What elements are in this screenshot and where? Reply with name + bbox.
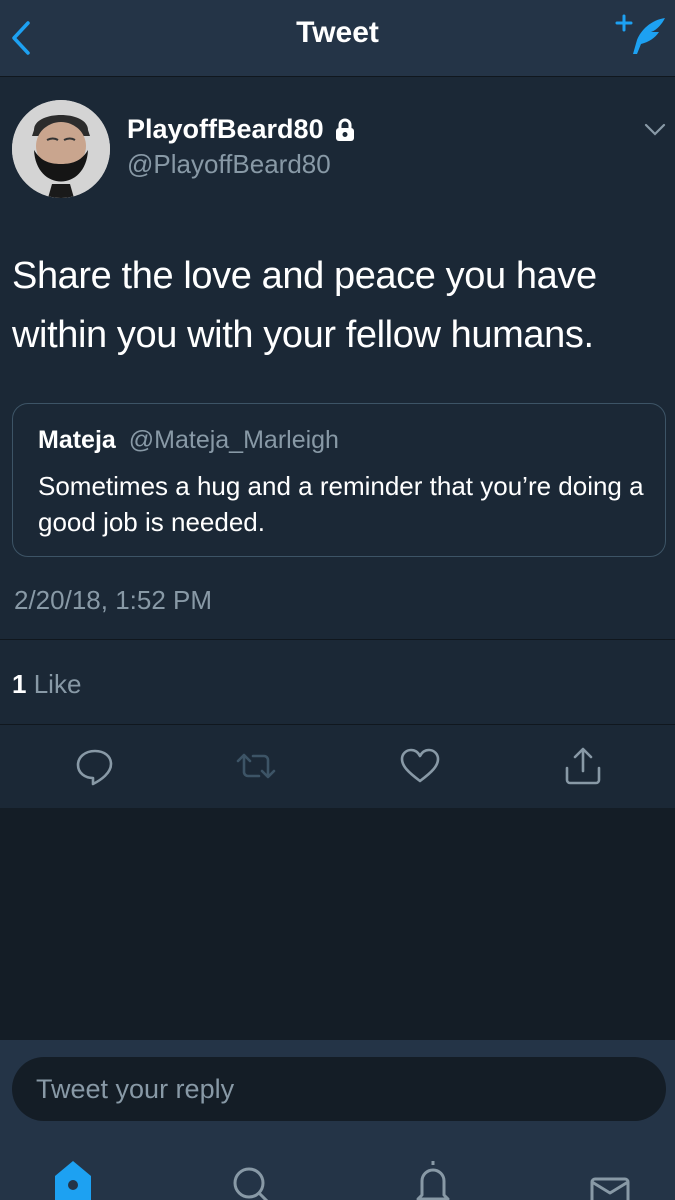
- tweet-timestamp: 2/20/18, 1:52 PM: [14, 585, 213, 615]
- retweet-icon: [236, 753, 276, 779]
- avatar[interactable]: [12, 100, 110, 198]
- like-heart-icon[interactable]: [398, 746, 442, 786]
- author-display-name: PlayoffBeard80: [127, 114, 324, 144]
- likes-label: Like: [33, 669, 82, 699]
- tweet-text: Share the love and peace you have within…: [12, 255, 597, 356]
- likes-count-link[interactable]: 1 Like: [12, 669, 81, 700]
- lock-icon: [335, 118, 354, 141]
- messages-envelope-icon[interactable]: [588, 1157, 632, 1200]
- quoted-tweet-card[interactable]: Mateja @Mateja_Marleigh Sometimes a hug …: [12, 403, 666, 557]
- page-title: Tweet: [296, 16, 379, 49]
- quoted-tweet-text: Sometimes a hug and a reminder that you’…: [38, 471, 644, 537]
- tweet-actions: [0, 725, 675, 807]
- more-options-chevron-down-icon[interactable]: [643, 122, 667, 138]
- author-name[interactable]: PlayoffBeard80: [127, 114, 356, 145]
- likes-count: 1: [12, 669, 27, 699]
- reply-icon[interactable]: [73, 746, 117, 786]
- quoted-author-name: Mateja: [38, 426, 116, 454]
- share-icon[interactable]: [561, 746, 605, 786]
- quoted-tweet-header: Mateja @Mateja_Marleigh: [38, 426, 339, 455]
- top-nav-bar: Tweet: [0, 0, 675, 77]
- notifications-bell-icon[interactable]: [411, 1157, 455, 1200]
- quoted-author-handle: @Mateja_Marleigh: [128, 426, 339, 454]
- empty-replies-area: [0, 808, 675, 1040]
- home-icon[interactable]: [51, 1157, 95, 1200]
- divider: [0, 639, 675, 640]
- author-handle[interactable]: @PlayoffBeard80: [127, 149, 331, 180]
- tweet-detail: PlayoffBeard80 @PlayoffBeard80 Share the…: [0, 77, 675, 808]
- reply-input[interactable]: [12, 1057, 666, 1121]
- avatar-image: [12, 100, 110, 198]
- reply-composer-bar: [0, 1040, 675, 1200]
- compose-tweet-icon[interactable]: [615, 12, 669, 58]
- search-icon[interactable]: [230, 1157, 274, 1200]
